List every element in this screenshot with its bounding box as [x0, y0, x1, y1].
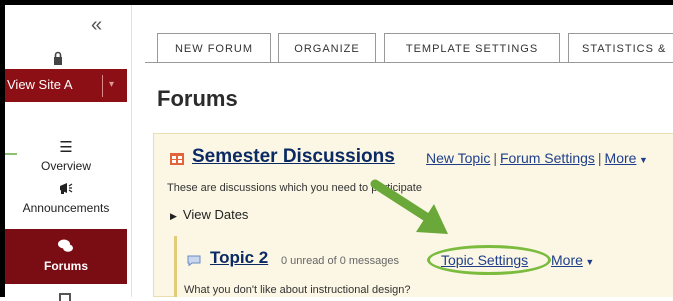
forum-settings-link[interactable]: Forum Settings [500, 150, 595, 166]
forum-title-link[interactable]: Semester Discussions [192, 146, 395, 168]
expand-triangle-icon: ▶ [170, 211, 177, 221]
topic-more-label: More [551, 252, 583, 268]
chevron-down-icon[interactable]: ▼ [636, 155, 648, 165]
sidebar-item-label: Forums [43, 259, 88, 273]
chat-bubbles-icon [5, 239, 127, 257]
forum-more-link[interactable]: More [605, 150, 637, 166]
tab-organize[interactable]: ORGANIZE [278, 33, 376, 63]
topic-description: What you don't like about instructional … [184, 284, 411, 296]
sidebar-next-item-icon[interactable] [59, 293, 71, 301]
divider [102, 75, 103, 97]
view-dates-label: View Dates [182, 207, 249, 222]
megaphone-icon [5, 181, 127, 199]
chevron-down-icon: ▼ [582, 257, 595, 267]
list-icon: ☰ [59, 139, 73, 156]
page-title: Forums [157, 86, 238, 111]
topic-more-menu[interactable]: More ▼ [551, 252, 594, 268]
topic-title-link[interactable]: Topic 2 [210, 248, 268, 268]
tab-new-forum[interactable]: NEW FORUM [157, 33, 271, 63]
forum-actions: New Topic | Forum Settings | More ▼ [426, 150, 648, 166]
sidebar: « View Site A ▾ ☰ Overview Announcements… [5, 5, 132, 301]
separator: | [597, 150, 602, 166]
lock-icon [54, 51, 62, 65]
separator: | [493, 150, 497, 166]
view-dates-toggle[interactable]: ▶ View Dates [170, 207, 248, 222]
sidebar-item-announcements[interactable]: Announcements [5, 181, 127, 215]
sidebar-item-forums[interactable]: Forums [5, 229, 127, 284]
collapse-sidebar-icon[interactable]: « [91, 15, 102, 35]
new-topic-link[interactable]: New Topic [426, 150, 490, 166]
topic-message-count: 0 unread of 0 messages [281, 255, 400, 267]
highlight-ellipse [427, 245, 551, 275]
tab-statistics[interactable]: STATISTICS & [568, 33, 673, 63]
topic-speech-bubble-icon [187, 255, 201, 266]
view-site-label: View Site A [7, 77, 73, 92]
forum-calendar-icon [170, 153, 184, 165]
chevron-down-icon[interactable]: ▾ [109, 79, 114, 90]
green-arrow-annotation [370, 179, 448, 234]
tab-template-settings[interactable]: TEMPLATE SETTINGS [384, 33, 560, 63]
sidebar-item-label: Overview [40, 159, 91, 173]
sidebar-item-label: Announcements [22, 201, 110, 215]
tabs-underline [145, 62, 673, 63]
sidebar-item-overview[interactable]: ☰ Overview [5, 139, 127, 173]
view-site-as-button[interactable]: View Site A ▾ [5, 69, 127, 102]
